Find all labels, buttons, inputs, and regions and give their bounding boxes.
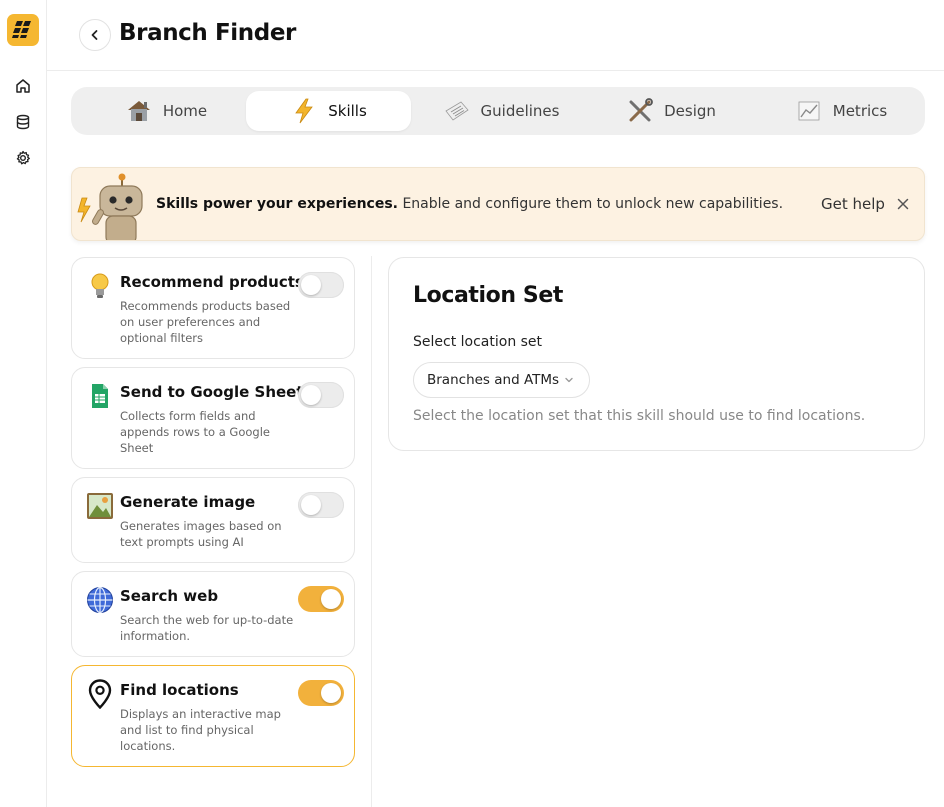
lightbulb-icon: [86, 272, 114, 300]
skill-description: Collects form fields and appends rows to…: [120, 409, 270, 455]
robot-mascot-icon: [77, 173, 143, 240]
gear-icon: [16, 150, 30, 165]
tab-guidelines[interactable]: Guidelines: [421, 91, 581, 131]
skill-description: Generates images based on text prompts u…: [120, 519, 282, 549]
skill-card-send-to-google-sheets[interactable]: Send to Google Sheets Collects form fiel…: [71, 367, 355, 469]
skill-toggle-search-web[interactable]: [298, 586, 344, 612]
skill-toggle-find-locations[interactable]: [298, 680, 344, 706]
skill-card-generate-image[interactable]: Generate image Generates images based on…: [71, 477, 355, 563]
banner-bold-text: Skills power your experiences.: [156, 196, 398, 212]
app-logo[interactable]: [7, 14, 39, 46]
tab-design[interactable]: Design: [591, 91, 751, 131]
skills-info-banner: Skills power your experiences. Enable an…: [71, 167, 925, 241]
map-pin-icon: [86, 679, 114, 709]
database-icon: [16, 114, 30, 130]
chevron-left-icon: [91, 30, 98, 40]
paper-icon: [443, 97, 471, 125]
skill-settings-panel: Location Set Select location set Branche…: [388, 257, 925, 451]
google-sheets-icon: [86, 382, 114, 410]
toggle-knob: [321, 683, 341, 703]
skill-card-search-web[interactable]: Search web Search the web for up-to-date…: [71, 571, 355, 657]
toggle-knob: [301, 275, 321, 295]
skill-description: Displays an interactive map and list to …: [120, 707, 281, 753]
location-set-value: Branches and ATMs: [427, 372, 560, 388]
rail-home-button[interactable]: [12, 75, 34, 97]
location-set-select[interactable]: Branches and ATMs: [413, 362, 590, 398]
back-button[interactable]: [79, 19, 111, 51]
page-header: Branch Finder: [47, 0, 944, 71]
column-divider: [371, 256, 372, 807]
tools-icon: [626, 97, 654, 125]
tab-home-label: Home: [162, 102, 208, 120]
skill-title: Generate image: [120, 493, 256, 511]
banner-message: Skills power your experiences. Enable an…: [156, 196, 783, 212]
logo-mark-icon: [12, 21, 31, 38]
banner-body-text: Enable and configure them to unlock new …: [398, 196, 784, 212]
toggle-knob: [301, 385, 321, 405]
home-icon: [16, 79, 30, 93]
globe-icon: [86, 586, 114, 614]
location-set-hint: Select the location set that this skill …: [413, 408, 866, 424]
chart-icon: [795, 97, 823, 125]
skill-description: Recommends products based on user prefer…: [120, 299, 291, 345]
toggle-knob: [321, 589, 341, 609]
skill-title: Send to Google Sheets: [120, 383, 313, 401]
skill-description: Search the web for up-to-date informatio…: [120, 613, 294, 643]
skill-card-find-locations[interactable]: Find locations Displays an interactive m…: [71, 665, 355, 767]
house-icon: [125, 97, 153, 125]
location-set-label: Select location set: [413, 334, 543, 350]
tab-design-label: Design: [664, 102, 716, 120]
skill-title: Find locations: [120, 681, 239, 699]
picture-icon: [86, 492, 114, 520]
rail-settings-button[interactable]: [12, 147, 34, 169]
banner-close-button[interactable]: [892, 193, 914, 215]
tab-metrics-label: Metrics: [832, 102, 888, 120]
page-title: Branch Finder: [119, 20, 296, 46]
skill-toggle-recommend-products[interactable]: [298, 272, 344, 298]
left-rail: [0, 0, 47, 807]
skill-title: Recommend products: [120, 273, 304, 291]
skill-toggle-send-to-google-sheets[interactable]: [298, 382, 344, 408]
chevron-down-icon: [565, 377, 573, 383]
skill-toggle-generate-image[interactable]: [298, 492, 344, 518]
close-icon: [897, 198, 909, 210]
get-help-link[interactable]: Get help: [821, 195, 885, 213]
rail-data-button[interactable]: [12, 111, 34, 133]
tab-skills[interactable]: Skills: [246, 91, 411, 131]
lightning-icon: [290, 97, 318, 125]
skill-card-recommend-products[interactable]: Recommend products Recommends products b…: [71, 257, 355, 359]
skill-title: Search web: [120, 587, 219, 605]
tab-guidelines-label: Guidelines: [480, 102, 560, 120]
tab-home[interactable]: Home: [91, 91, 241, 131]
panel-title: Location Set: [413, 283, 563, 308]
tab-bar: Home Skills Guidelines Design Metrics: [71, 87, 925, 135]
tab-metrics[interactable]: Metrics: [761, 91, 921, 131]
toggle-knob: [301, 495, 321, 515]
tab-skills-label: Skills: [328, 102, 367, 120]
